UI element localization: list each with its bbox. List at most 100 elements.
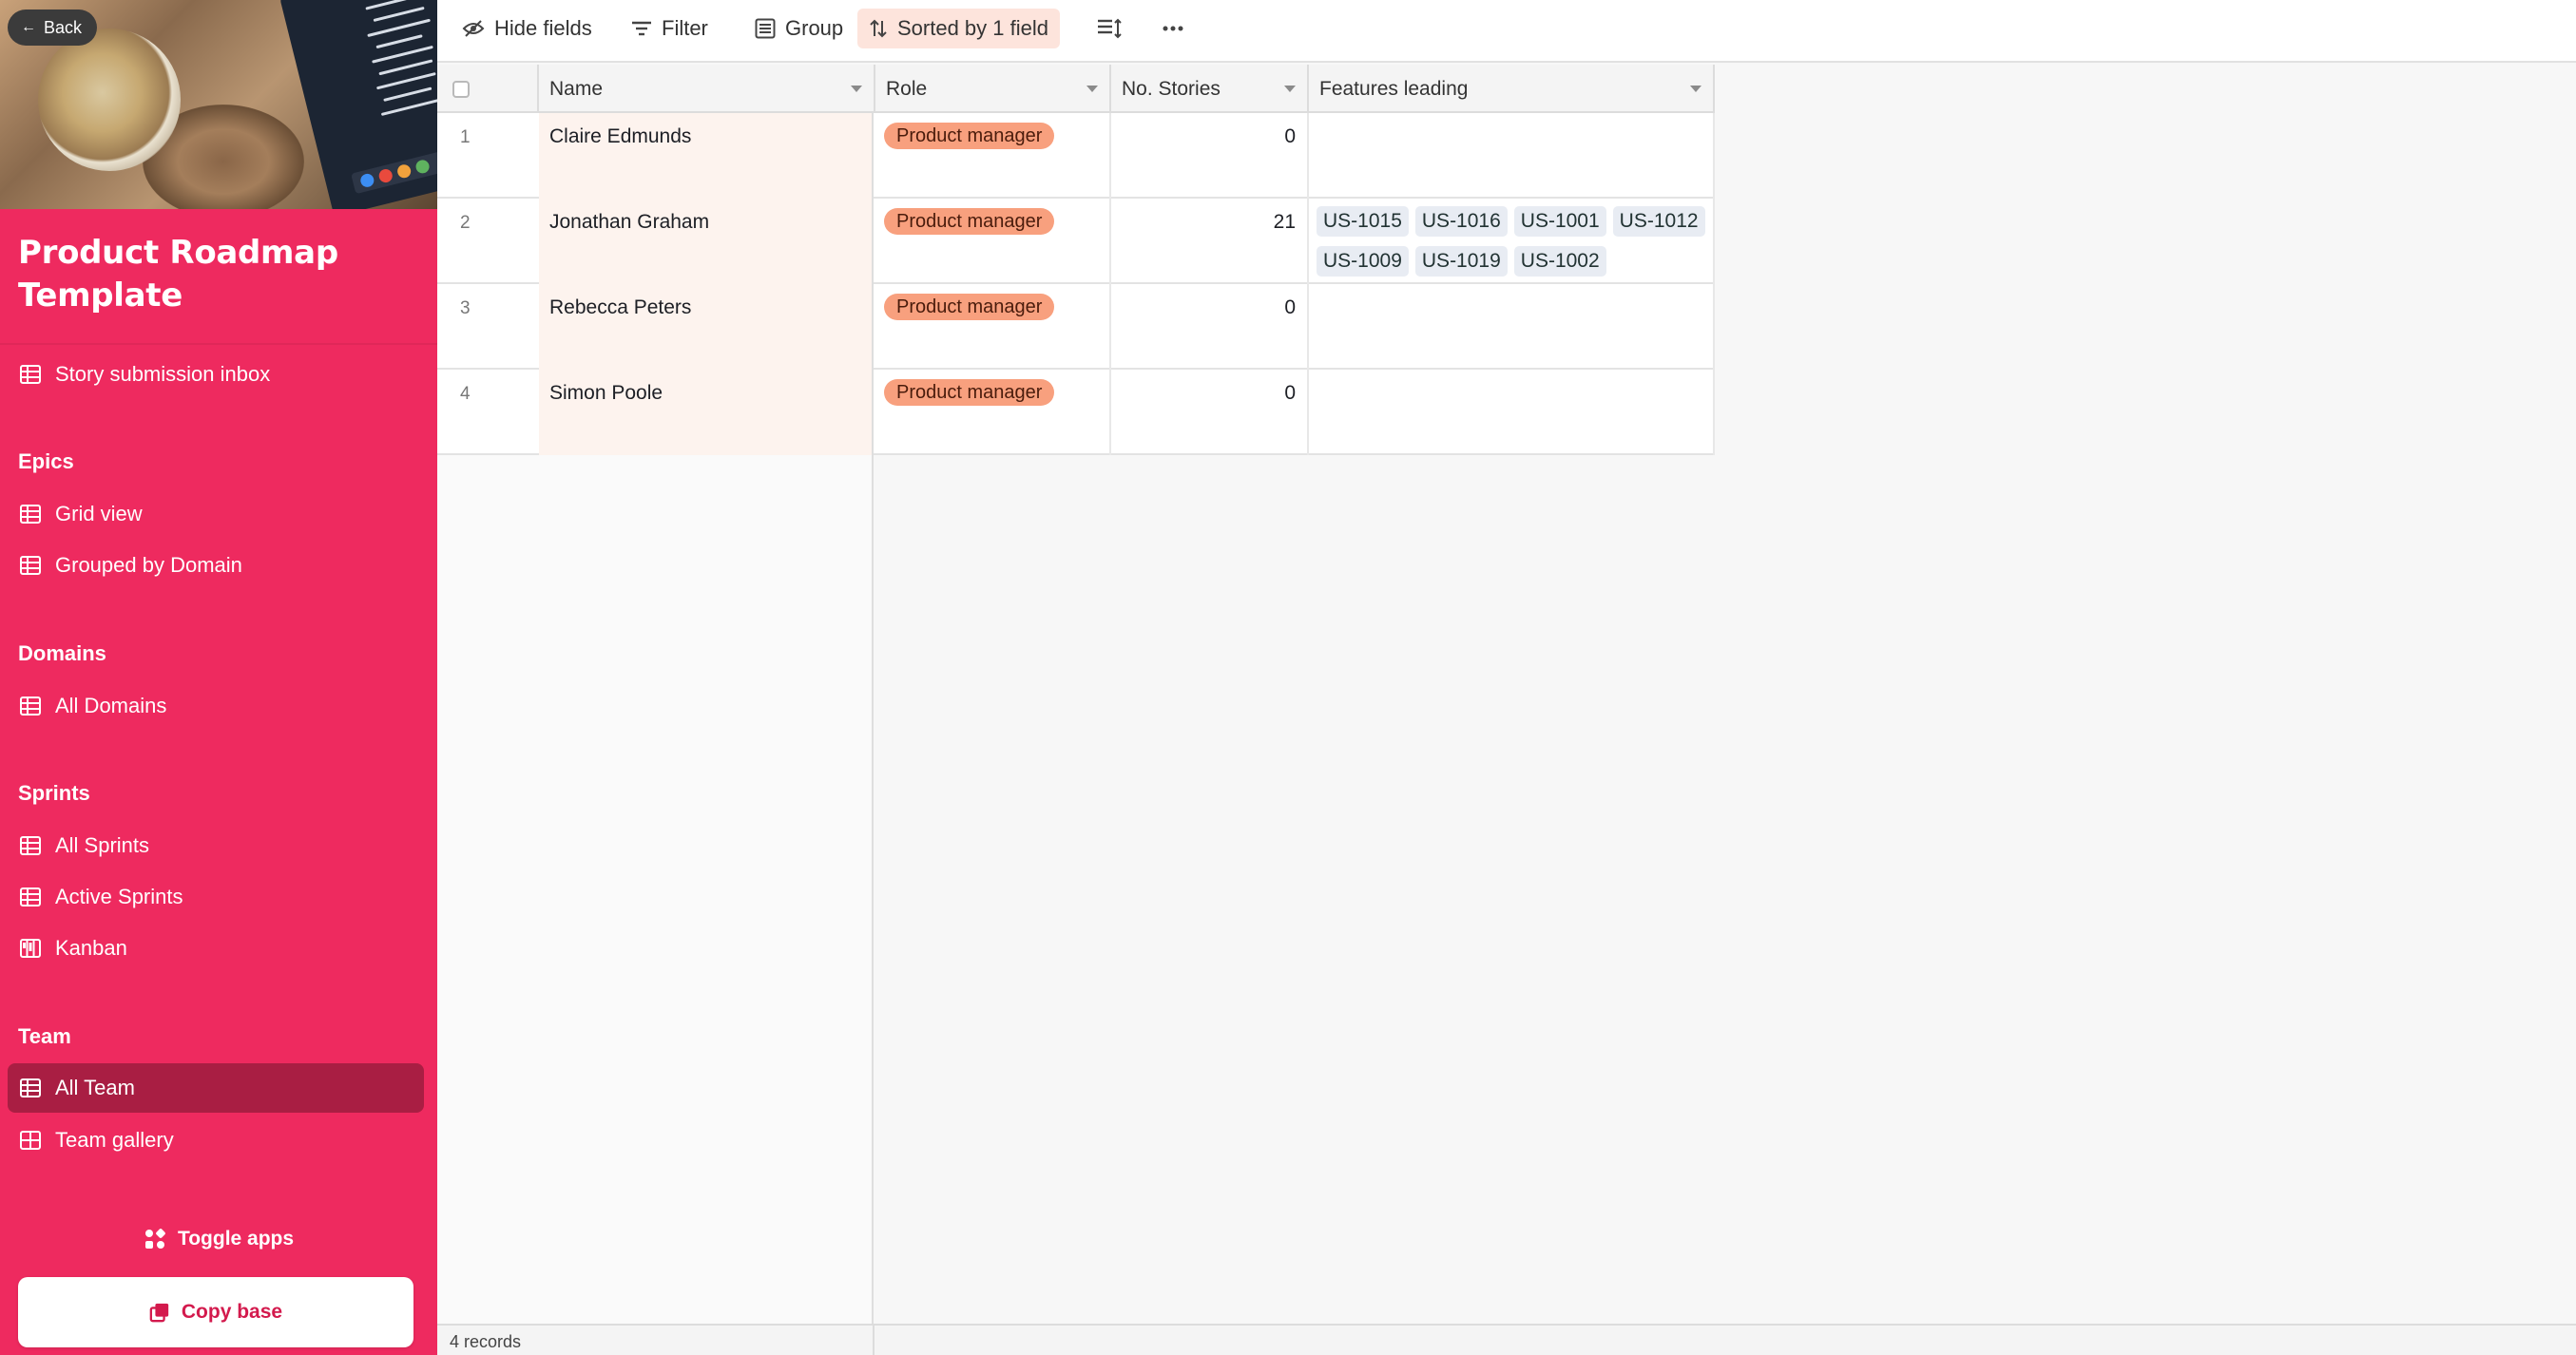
sidebar-item-all-team[interactable]: All Team [8, 1063, 424, 1113]
section-title-sprints: Sprints [18, 781, 90, 805]
toggle-apps-button[interactable]: Toggle apps [0, 1220, 437, 1258]
role-cell[interactable]: Product manager [874, 370, 1111, 455]
chevron-down-icon[interactable] [1690, 86, 1701, 92]
table-row[interactable]: 2 Jonathan Graham Product manager 21 US-… [437, 199, 1715, 284]
sidebar-item-label: Story submission inbox [55, 362, 271, 386]
filter-label: Filter [662, 16, 708, 40]
feature-tag[interactable]: US-1015 [1317, 206, 1409, 237]
view-toolbar: Hide fields Filter Group Sorted by 1 fie… [437, 0, 2576, 63]
back-label: Back [44, 17, 83, 37]
footer-divider [873, 1326, 875, 1355]
features-cell[interactable] [1309, 370, 1715, 455]
stories-cell[interactable]: 0 [1111, 370, 1309, 455]
section-title-team: Team [18, 1024, 71, 1048]
column-header-name[interactable]: Name [539, 65, 874, 113]
eye-slash-icon [462, 20, 485, 37]
column-header-features-leading[interactable]: Features leading [1309, 65, 1715, 113]
more-options-button[interactable] [1150, 9, 1196, 48]
table-row[interactable]: 3 Rebecca Peters Product manager 0 [437, 284, 1715, 370]
arrow-left-icon: ← [21, 19, 36, 35]
grid-icon [20, 556, 41, 575]
features-cell[interactable]: US-1015 US-1016 US-1001 US-1012US-1009 US-10… [1309, 199, 1715, 284]
sidebar-item-label: All Sprints [55, 833, 150, 857]
sidebar-item-label: All Domains [55, 694, 167, 717]
feature-tag[interactable]: US-1002 [1513, 246, 1606, 277]
features-cell[interactable] [1309, 284, 1715, 370]
group-label: Group [785, 16, 844, 40]
role-cell[interactable]: Product manager [874, 113, 1111, 199]
hide-fields-label: Hide fields [494, 16, 592, 40]
role-pill: Product manager [884, 294, 1055, 320]
column-header-no-stories[interactable]: No. Stories [1111, 65, 1309, 113]
sidebar-item-all-sprints[interactable]: All Sprints [8, 821, 424, 870]
gallery-icon [20, 1131, 41, 1150]
row-height-button[interactable] [1086, 9, 1133, 48]
row-number: 4 [460, 384, 471, 404]
column-header-label: Name [549, 77, 604, 100]
name-cell[interactable]: Jonathan Graham [539, 199, 874, 284]
sidebar-item-label: Team gallery [55, 1128, 174, 1152]
name-cell[interactable]: Claire Edmunds [539, 113, 874, 199]
grid-icon [20, 1078, 41, 1097]
column-header-role[interactable]: Role [874, 65, 1111, 113]
hide-fields-button[interactable]: Hide fields [451, 9, 604, 48]
sidebar-item-grid-view[interactable]: Grid view [8, 489, 424, 539]
grid-icon [20, 887, 41, 907]
chevron-down-icon[interactable] [1284, 86, 1296, 92]
kanban-icon [20, 939, 41, 958]
grid-icon [20, 836, 41, 855]
sidebar-item-story-submission-inbox[interactable]: Story submission inbox [8, 350, 424, 399]
sidebar: ← Back Product Roadmap Template Story su… [0, 0, 437, 1355]
row-number: 3 [460, 298, 471, 318]
record-count: 4 records [450, 1332, 522, 1351]
table-row[interactable]: 1 Claire Edmunds Product manager 0 [437, 113, 1715, 199]
toggle-apps-label: Toggle apps [177, 1228, 295, 1250]
sidebar-item-kanban[interactable]: Kanban [8, 924, 424, 973]
copy-base-label: Copy base [181, 1301, 283, 1323]
sidebar-item-team-gallery[interactable]: Team gallery [8, 1116, 424, 1165]
stories-cell[interactable]: 0 [1111, 113, 1309, 199]
sidebar-item-label: Grouped by Domain [55, 553, 242, 577]
grid-footer: 4 records [437, 1324, 2576, 1355]
grid-icon [20, 697, 41, 716]
grid-header-row: Name Role No. Stories Features leading [437, 65, 1715, 113]
role-pill: Product manager [884, 208, 1055, 235]
select-all-cell [437, 65, 539, 113]
filter-button[interactable]: Filter [620, 9, 720, 48]
role-pill: Product manager [884, 379, 1055, 406]
feature-tag[interactable]: US-1009 [1317, 246, 1409, 277]
sidebar-item-all-domains[interactable]: All Domains [8, 681, 424, 731]
sidebar-item-label: Kanban [55, 936, 127, 960]
features-cell[interactable] [1309, 113, 1715, 199]
section-title-domains: Domains [18, 641, 106, 665]
ellipsis-icon [1163, 26, 1183, 31]
feature-tag[interactable]: US-1016 [1414, 206, 1508, 237]
sidebar-item-active-sprints[interactable]: Active Sprints [8, 872, 424, 922]
grid-view: Name Role No. Stories Features leading 1… [437, 65, 2576, 1324]
name-cell[interactable]: Rebecca Peters [539, 284, 874, 370]
feature-tag[interactable]: US-1012 [1612, 206, 1705, 237]
role-cell[interactable]: Product manager [874, 199, 1111, 284]
sidebar-item-grouped-by-domain[interactable]: Grouped by Domain [8, 541, 424, 590]
base-title: Product Roadmap Template [18, 234, 338, 315]
grid-icon [20, 365, 41, 384]
table-row[interactable]: 4 Simon Poole Product manager 0 [437, 370, 1715, 455]
role-cell[interactable]: Product manager [874, 284, 1111, 370]
chevron-down-icon[interactable] [1086, 86, 1098, 92]
group-icon [755, 18, 776, 39]
back-button[interactable]: ← Back [8, 10, 98, 46]
stories-cell[interactable]: 0 [1111, 284, 1309, 370]
feature-tag[interactable]: US-1019 [1414, 246, 1508, 277]
feature-tag[interactable]: US-1001 [1513, 206, 1606, 237]
copy-base-button[interactable]: Copy base [18, 1277, 413, 1347]
group-button[interactable]: Group [743, 9, 855, 48]
sort-button[interactable]: Sorted by 1 field [857, 9, 1060, 48]
sort-icon [870, 19, 887, 38]
row-number: 2 [460, 213, 471, 233]
select-all-checkbox[interactable] [452, 80, 470, 98]
role-pill: Product manager [884, 123, 1055, 149]
chevron-down-icon[interactable] [851, 86, 862, 92]
stories-cell[interactable]: 21 [1111, 199, 1309, 284]
name-cell[interactable]: Simon Poole [539, 370, 874, 455]
apps-icon [144, 1229, 165, 1249]
